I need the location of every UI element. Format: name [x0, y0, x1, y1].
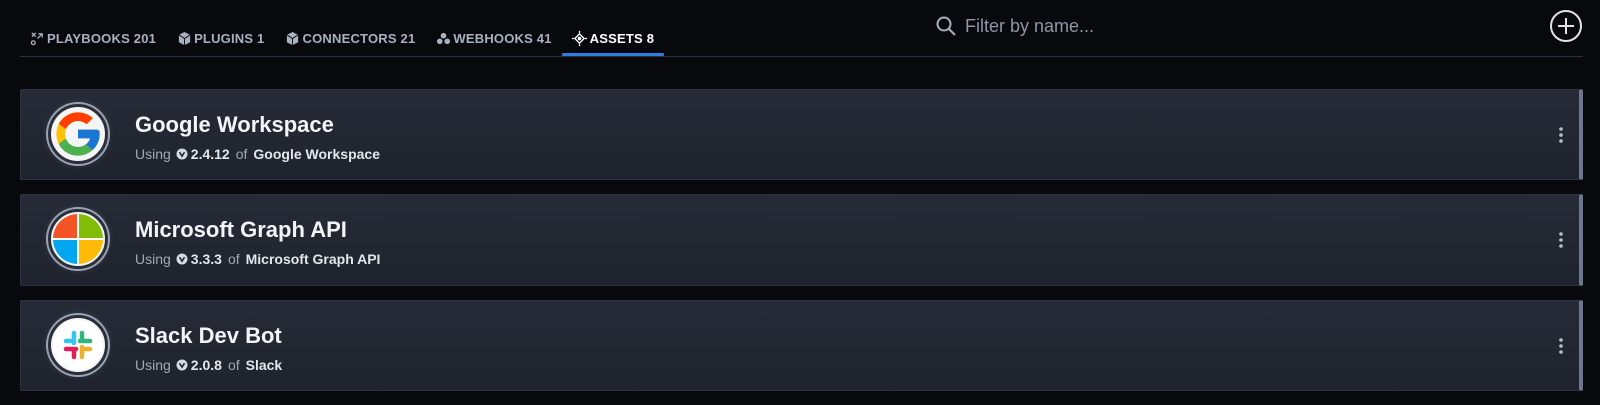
tab-assets-label: ASSETS 8 [589, 31, 655, 46]
asset-name: Slack Dev Bot [135, 323, 282, 348]
tab-assets[interactable]: ASSETS 8 [561, 22, 665, 56]
kebab-menu-icon [1559, 232, 1563, 248]
kebab-menu-icon [1559, 127, 1563, 143]
asset-avatar [48, 315, 108, 375]
using-label: Using [135, 251, 171, 267]
asset-connector-info: Using 2.4.12 of Google Workspace [135, 146, 380, 162]
filter-input[interactable] [965, 15, 1325, 37]
plugins-icon [176, 31, 192, 47]
asset-avatar [48, 104, 108, 164]
tab-plugins-label: PLUGINS 1 [194, 31, 265, 46]
of-label: of [235, 146, 248, 162]
filter-search [935, 10, 1335, 42]
version-icon [176, 148, 188, 160]
connectors-icon [285, 31, 301, 47]
tab-connectors-label: CONNECTORS 21 [302, 31, 416, 46]
microsoft-logo-icon [53, 214, 103, 264]
asset-card-google-workspace[interactable]: Google Workspace Using 2.4.12 of Google … [20, 89, 1583, 180]
kebab-menu-icon [1559, 338, 1563, 354]
asset-card-slack-dev-bot[interactable]: Slack Dev Bot Using 2.0.8 of Slack [20, 300, 1583, 391]
playbooks-icon [29, 31, 45, 47]
of-label: of [227, 251, 240, 267]
asset-name: Google Workspace [135, 112, 334, 137]
asset-version: 3.3.3 [190, 251, 222, 267]
search-icon [935, 15, 957, 37]
slack-logo-icon [53, 320, 103, 370]
asset-list: Google Workspace Using 2.4.12 of Google … [20, 89, 1583, 405]
asset-connector-info: Using 2.0.8 of Slack [135, 357, 282, 373]
google-logo-icon [56, 112, 100, 156]
more-options-button[interactable] [1553, 225, 1569, 255]
asset-connector-name: Google Workspace [253, 146, 380, 162]
asset-version: 2.0.8 [190, 357, 222, 373]
tab-plugins[interactable]: PLUGINS 1 [166, 22, 274, 55]
tab-webhooks[interactable]: WEBHOOKS 41 [425, 22, 561, 55]
version-icon [176, 253, 188, 265]
tab-webhooks-label: WEBHOOKS 41 [453, 31, 552, 46]
tab-playbooks[interactable]: PLAYBOOKS 201 [20, 22, 166, 55]
asset-connector-name: Microsoft Graph API [245, 251, 381, 267]
asset-name: Microsoft Graph API [135, 217, 347, 242]
using-label: Using [135, 357, 171, 373]
using-label: Using [135, 146, 171, 162]
version-icon [176, 359, 188, 371]
more-options-button[interactable] [1553, 120, 1569, 150]
asset-avatar [48, 209, 108, 269]
assets-icon [572, 31, 588, 47]
more-options-button[interactable] [1553, 331, 1569, 361]
top-navigation: PLAYBOOKS 201 PLUGINS 1 CONNECTORS 21 WE… [20, 0, 1583, 57]
tab-playbooks-label: PLAYBOOKS 201 [47, 31, 157, 46]
asset-version: 2.4.12 [190, 146, 230, 162]
tab-bar: PLAYBOOKS 201 PLUGINS 1 CONNECTORS 21 WE… [20, 22, 665, 56]
tab-connectors[interactable]: CONNECTORS 21 [275, 22, 426, 55]
add-asset-button[interactable] [1549, 9, 1583, 43]
asset-connector-info: Using 3.3.3 of Microsoft Graph API [135, 251, 380, 267]
webhooks-icon [435, 31, 451, 47]
plus-circle-icon [1550, 10, 1582, 42]
of-label: of [227, 357, 240, 373]
asset-card-microsoft-graph-api[interactable]: Microsoft Graph API Using 3.3.3 of Micro… [20, 194, 1583, 286]
asset-connector-name: Slack [245, 357, 283, 373]
